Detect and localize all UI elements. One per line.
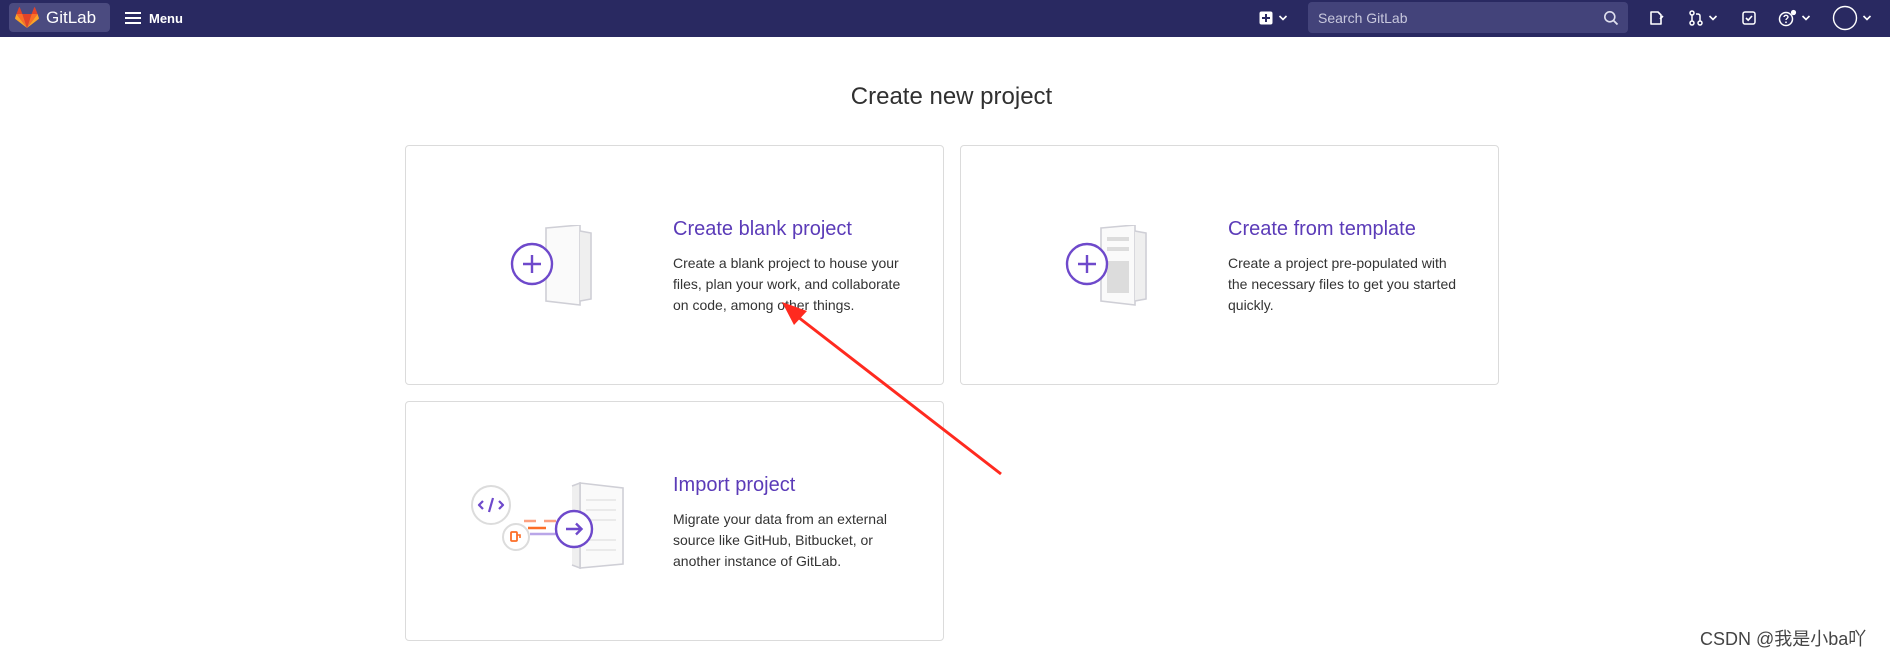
annotation-arrow-icon	[782, 302, 1002, 476]
watermark-text: CSDN @我是小ba吖	[1700, 629, 1867, 649]
